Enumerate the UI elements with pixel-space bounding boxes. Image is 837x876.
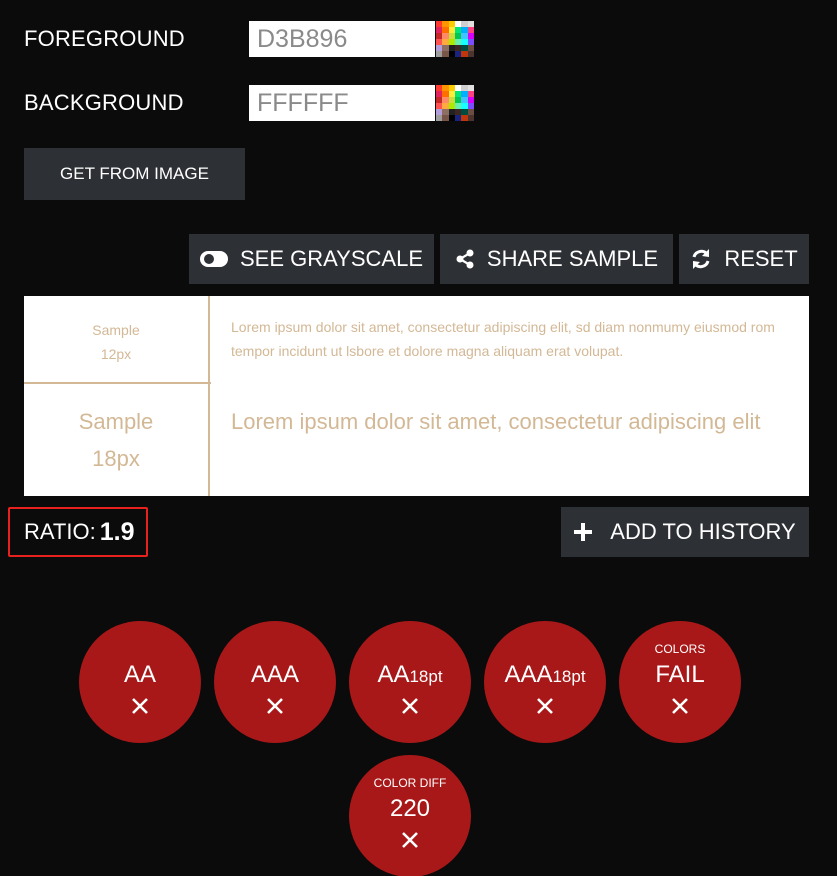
sample-preview: Sample 12px Sample 18px Lorem ipsum dolo… [24, 296, 809, 496]
share-sample-label: SHARE SAMPLE [486, 246, 659, 271]
toggle-icon [200, 251, 228, 267]
result-aaa-main: AAA [250, 661, 300, 688]
ratio-label: RATIO: [24, 519, 96, 544]
see-grayscale-button[interactable]: SEE GRAYSCALE [189, 234, 434, 284]
sample-small-label-line1: Sample [92, 322, 140, 338]
close-icon [537, 698, 553, 714]
sample-small-text: Lorem ipsum dolor sit amet, consectetur … [231, 319, 775, 359]
background-label: BACKGROUND [24, 90, 184, 115]
share-sample-button[interactable]: SHARE SAMPLE [440, 234, 673, 284]
sample-small-label: Sample 12px [24, 296, 210, 383]
ratio-display: RATIO: 1.9 [8, 507, 148, 557]
reset-button[interactable]: RESET [679, 234, 809, 284]
background-palette-icon[interactable] [436, 85, 474, 121]
ratio-value: 1.9 [99, 517, 135, 546]
get-from-image-button[interactable]: GET FROM IMAGE [24, 148, 245, 200]
get-from-image-label: GET FROM IMAGE [60, 164, 209, 183]
foreground-label: FOREGROUND [24, 26, 185, 51]
result-colors-main: FAIL [655, 661, 705, 688]
contrast-checker-page: FOREGROUND BACKGROUND GET FROM IMAGE SEE… [0, 0, 837, 876]
result-aaa-18pt-main: AAA [504, 661, 553, 688]
result-aaa-18pt-text: AAA18pt [484, 661, 606, 689]
plus-icon [574, 523, 593, 541]
result-colors-text: FAIL [619, 661, 741, 689]
result-aaa-text: AAA [214, 661, 336, 689]
sample-small-label-line2: 12px [100, 346, 132, 362]
sample-large-label-line1: Sample [78, 409, 154, 434]
result-color-diff-text: 220 [349, 795, 471, 823]
result-aaa-18pt-badge: AAA18pt [484, 621, 606, 743]
result-color-diff-top: COLOR DIFF [373, 776, 447, 790]
close-icon [132, 698, 148, 714]
foreground-input[interactable] [249, 21, 435, 57]
close-icon [267, 698, 283, 714]
reset-label: RESET [724, 246, 798, 271]
add-to-history-label: ADD TO HISTORY [610, 519, 796, 544]
result-colors-badge: COLORS FAIL [619, 621, 741, 743]
close-icon [672, 698, 688, 714]
add-to-history-button[interactable]: ADD TO HISTORY [561, 507, 809, 557]
result-aa-main: AA [123, 661, 156, 688]
foreground-palette-icon[interactable] [436, 21, 474, 57]
share-icon [456, 249, 474, 269]
result-aa-18pt-badge: AA18pt [349, 621, 471, 743]
background-input[interactable] [249, 85, 435, 121]
sample-large-text: Lorem ipsum dolor sit amet, consectetur … [231, 409, 761, 434]
result-aa-18pt-sub: 18pt [409, 667, 443, 686]
result-aa-text: AA [79, 661, 201, 689]
result-aaa-18pt-sub: 18pt [552, 667, 586, 686]
refresh-icon [692, 249, 710, 269]
sample-large-label: Sample 18px [24, 384, 210, 496]
close-icon [402, 698, 418, 714]
result-color-diff-main: 220 [389, 795, 431, 822]
see-grayscale-label: SEE GRAYSCALE [240, 246, 423, 271]
result-aa-18pt-text: AA18pt [349, 661, 471, 689]
sample-large-label-line2: 18px [92, 446, 140, 471]
result-aa-badge: AA [79, 621, 201, 743]
result-aaa-badge: AAA [214, 621, 336, 743]
result-colors-top: COLORS [654, 642, 706, 656]
close-icon [402, 832, 418, 848]
result-color-diff-badge: COLOR DIFF 220 [349, 755, 471, 876]
result-aa-18pt-main: AA [377, 661, 410, 688]
